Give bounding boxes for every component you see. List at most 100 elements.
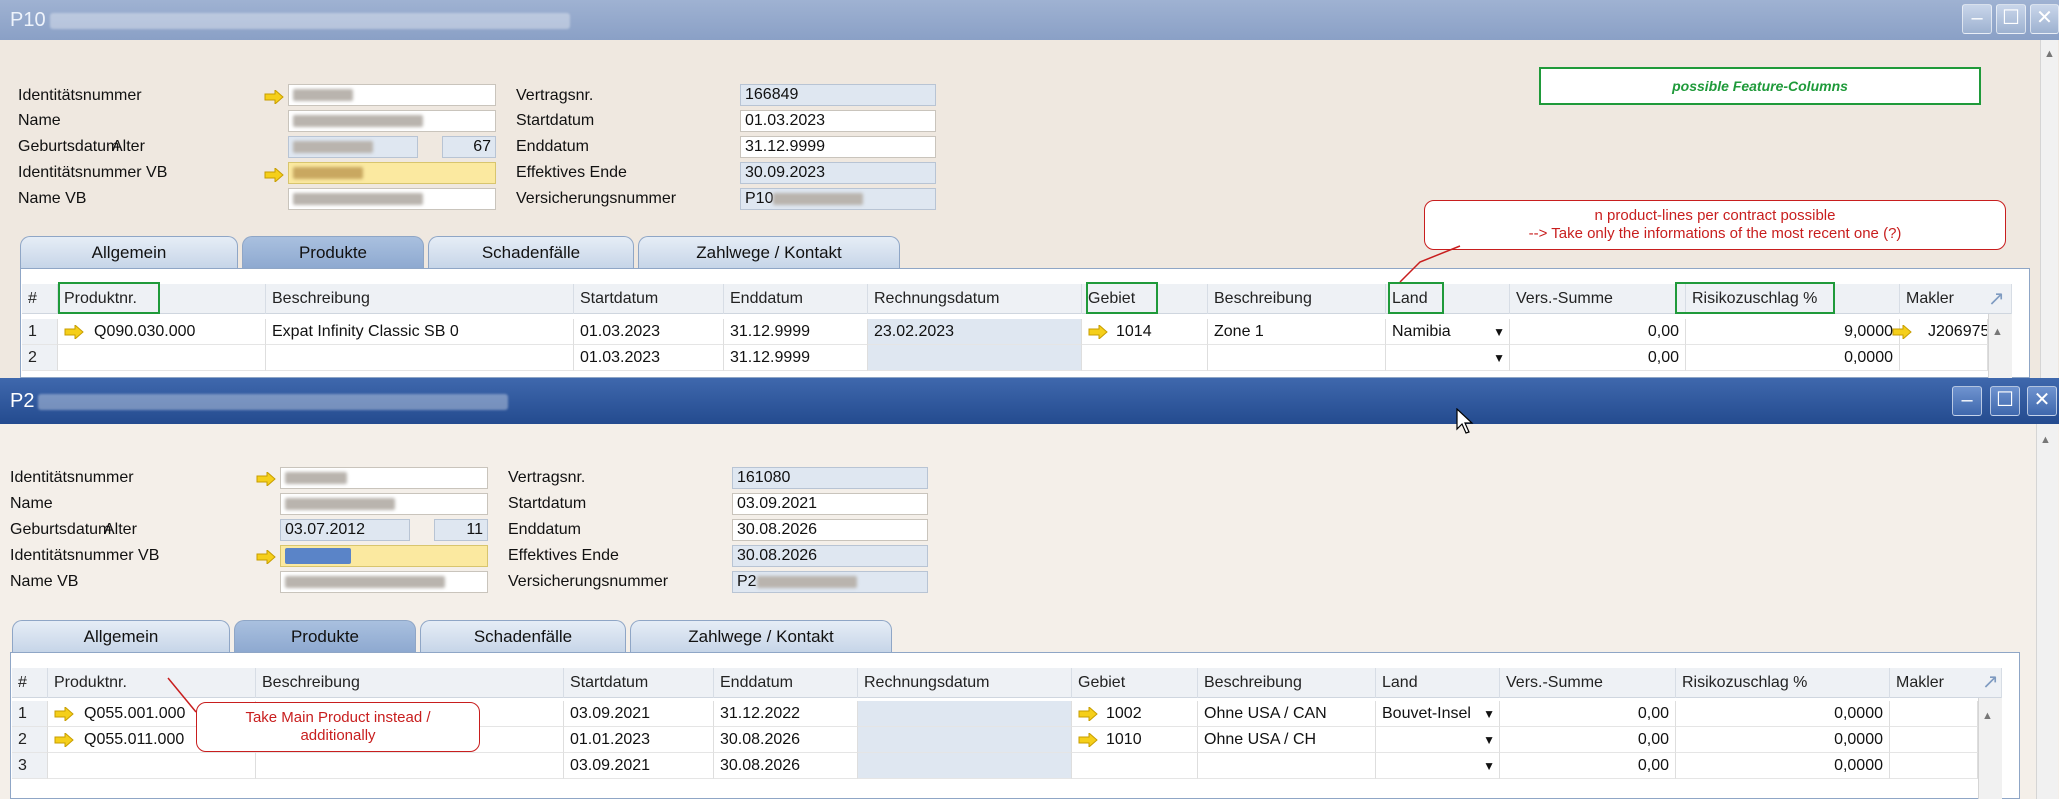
makler-cell[interactable] <box>1890 727 1978 753</box>
link-arrow-icon[interactable] <box>1892 325 1912 339</box>
startdatum-field[interactable]: 03.09.2021 <box>732 493 928 515</box>
produktnr-cell[interactable]: Q090.030.000 <box>58 319 266 345</box>
tab-schadenfaelle[interactable]: Schadenfälle <box>428 236 634 268</box>
tab-zahlwege-kontakt[interactable]: Zahlwege / Kontakt <box>630 620 892 652</box>
col-header-startdatum[interactable]: Startdatum <box>564 668 714 698</box>
col-header-startdatum[interactable]: Startdatum <box>574 284 724 314</box>
enddatum-cell[interactable]: 31.12.9999 <box>724 345 868 371</box>
enddatum-field[interactable]: 30.08.2026 <box>732 519 928 541</box>
beschreibung-2-cell[interactable] <box>1198 753 1376 779</box>
window-1-title-bar[interactable]: P10 <box>0 0 2059 40</box>
startdatum-cell[interactable]: 01.03.2023 <box>574 345 724 371</box>
vers-summe-cell[interactable]: 0,00 <box>1510 319 1686 345</box>
grid-2-scrollbar[interactable]: ▲ <box>1978 698 2002 799</box>
makler-cell[interactable] <box>1900 345 1988 371</box>
identitaetsnummer-field[interactable] <box>280 467 488 489</box>
identitaetsnummer-vb-field[interactable] <box>288 162 496 184</box>
col-header-risikozuschlag[interactable]: Risikozuschlag % <box>1676 668 1890 698</box>
grid-1-scrollbar[interactable]: ▲ <box>1988 314 2012 378</box>
beschreibung-2-cell[interactable]: Ohne USA / CH <box>1198 727 1376 753</box>
col-header-produktnr[interactable]: Produktnr. <box>48 668 256 698</box>
geburtsdatum-field[interactable]: 03.07.2012 <box>280 519 410 541</box>
link-arrow-icon[interactable] <box>54 733 74 747</box>
window-2-title-bar[interactable]: P2 <box>0 378 2059 424</box>
enddatum-cell[interactable]: 31.12.9999 <box>724 319 868 345</box>
risikozuschlag-cell[interactable]: 0,0000 <box>1676 701 1890 727</box>
beschreibung-2-cell[interactable]: Ohne USA / CAN <box>1198 701 1376 727</box>
produktnr-cell[interactable] <box>48 753 256 779</box>
link-arrow-icon[interactable] <box>256 472 276 486</box>
dropdown-arrow-icon[interactable]: ▼ <box>1493 345 1505 370</box>
startdatum-field[interactable]: 01.03.2023 <box>740 110 936 132</box>
col-header-beschreibung-2[interactable]: Beschreibung <box>1198 668 1376 698</box>
dropdown-arrow-icon[interactable]: ▼ <box>1483 753 1495 778</box>
vers-summe-cell[interactable]: 0,00 <box>1500 753 1676 779</box>
dropdown-arrow-icon[interactable]: ▼ <box>1483 701 1495 726</box>
col-header-gebiet[interactable]: Gebiet <box>1072 668 1198 698</box>
beschreibung-2-cell[interactable]: Zone 1 <box>1208 319 1386 345</box>
land-cell[interactable]: ▼ <box>1376 727 1500 753</box>
link-arrow-icon[interactable] <box>264 90 284 104</box>
enddatum-cell[interactable]: 30.08.2026 <box>714 727 858 753</box>
land-cell[interactable]: Bouvet-Insel ▼ <box>1376 701 1500 727</box>
name-field[interactable] <box>288 110 496 132</box>
tab-produkte[interactable]: Produkte <box>242 236 424 268</box>
tab-schadenfaelle[interactable]: Schadenfälle <box>420 620 626 652</box>
beschreibung-cell[interactable]: Expat Infinity Classic SB 0 <box>266 319 574 345</box>
tab-allgemein[interactable]: Allgemein <box>12 620 230 652</box>
col-header-land[interactable]: Land <box>1376 668 1500 698</box>
vers-summe-cell[interactable]: 0,00 <box>1510 345 1686 371</box>
tab-zahlwege-kontakt[interactable]: Zahlwege / Kontakt <box>638 236 900 268</box>
window-1-scrollbar[interactable]: ▲ <box>2040 40 2058 378</box>
beschreibung-cell[interactable] <box>256 753 564 779</box>
vers-summe-cell[interactable]: 0,00 <box>1500 727 1676 753</box>
enddatum-field[interactable]: 31.12.9999 <box>740 136 936 158</box>
vers-summe-cell[interactable]: 0,00 <box>1500 701 1676 727</box>
startdatum-cell[interactable]: 01.03.2023 <box>574 319 724 345</box>
makler-cell[interactable] <box>1890 753 1978 779</box>
startdatum-cell[interactable]: 03.09.2021 <box>564 753 714 779</box>
col-header-beschreibung-2[interactable]: Beschreibung <box>1208 284 1386 314</box>
col-header-vers-summe[interactable]: Vers.-Summe <box>1500 668 1676 698</box>
window-2-scrollbar[interactable]: ▲ <box>2036 424 2058 799</box>
beschreibung-2-cell[interactable] <box>1208 345 1386 371</box>
maximize-icon[interactable]: ☐ <box>1996 4 2026 34</box>
minimize-icon[interactable]: – <box>1952 386 1982 416</box>
identitaetsnummer-field[interactable] <box>288 84 496 106</box>
risikozuschlag-cell[interactable]: 0,0000 <box>1686 345 1900 371</box>
maximize-icon[interactable]: ☐ <box>1990 386 2020 416</box>
link-arrow-icon[interactable] <box>1078 707 1098 721</box>
name-vb-field[interactable] <box>280 571 488 593</box>
land-cell[interactable]: ▼ <box>1376 753 1500 779</box>
col-header-vers-summe[interactable]: Vers.-Summe <box>1510 284 1686 314</box>
close-icon[interactable]: ✕ <box>2030 4 2059 34</box>
produktnr-cell[interactable] <box>58 345 266 371</box>
minimize-icon[interactable]: – <box>1962 4 1992 34</box>
link-arrow-icon[interactable] <box>64 325 84 339</box>
link-arrow-icon[interactable] <box>1088 325 1108 339</box>
expand-icon[interactable]: ↗ <box>1988 286 2010 310</box>
dropdown-arrow-icon[interactable]: ▼ <box>1493 319 1505 344</box>
tab-allgemein[interactable]: Allgemein <box>20 236 238 268</box>
tab-produkte[interactable]: Produkte <box>234 620 416 652</box>
col-header-beschreibung[interactable]: Beschreibung <box>256 668 564 698</box>
makler-cell[interactable]: J206975 <box>1900 319 1988 345</box>
makler-cell[interactable] <box>1890 701 1978 727</box>
geburtsdatum-field[interactable] <box>288 136 418 158</box>
beschreibung-cell[interactable] <box>266 345 574 371</box>
col-header-rechnungsdatum[interactable]: Rechnungsdatum <box>858 668 1072 698</box>
risikozuschlag-cell[interactable]: 0,0000 <box>1676 753 1890 779</box>
link-arrow-icon[interactable] <box>256 550 276 564</box>
close-icon[interactable]: ✕ <box>2027 386 2057 416</box>
land-cell[interactable]: Namibia ▼ <box>1386 319 1510 345</box>
enddatum-cell[interactable]: 31.12.2022 <box>714 701 858 727</box>
link-arrow-icon[interactable] <box>1078 733 1098 747</box>
col-header-enddatum[interactable]: Enddatum <box>714 668 858 698</box>
col-header-rechnungsdatum[interactable]: Rechnungsdatum <box>868 284 1082 314</box>
enddatum-cell[interactable]: 30.08.2026 <box>714 753 858 779</box>
col-header-enddatum[interactable]: Enddatum <box>724 284 868 314</box>
gebiet-cell[interactable] <box>1082 345 1208 371</box>
col-header-beschreibung[interactable]: Beschreibung <box>266 284 574 314</box>
name-field[interactable] <box>280 493 488 515</box>
risikozuschlag-cell[interactable]: 0,0000 <box>1676 727 1890 753</box>
